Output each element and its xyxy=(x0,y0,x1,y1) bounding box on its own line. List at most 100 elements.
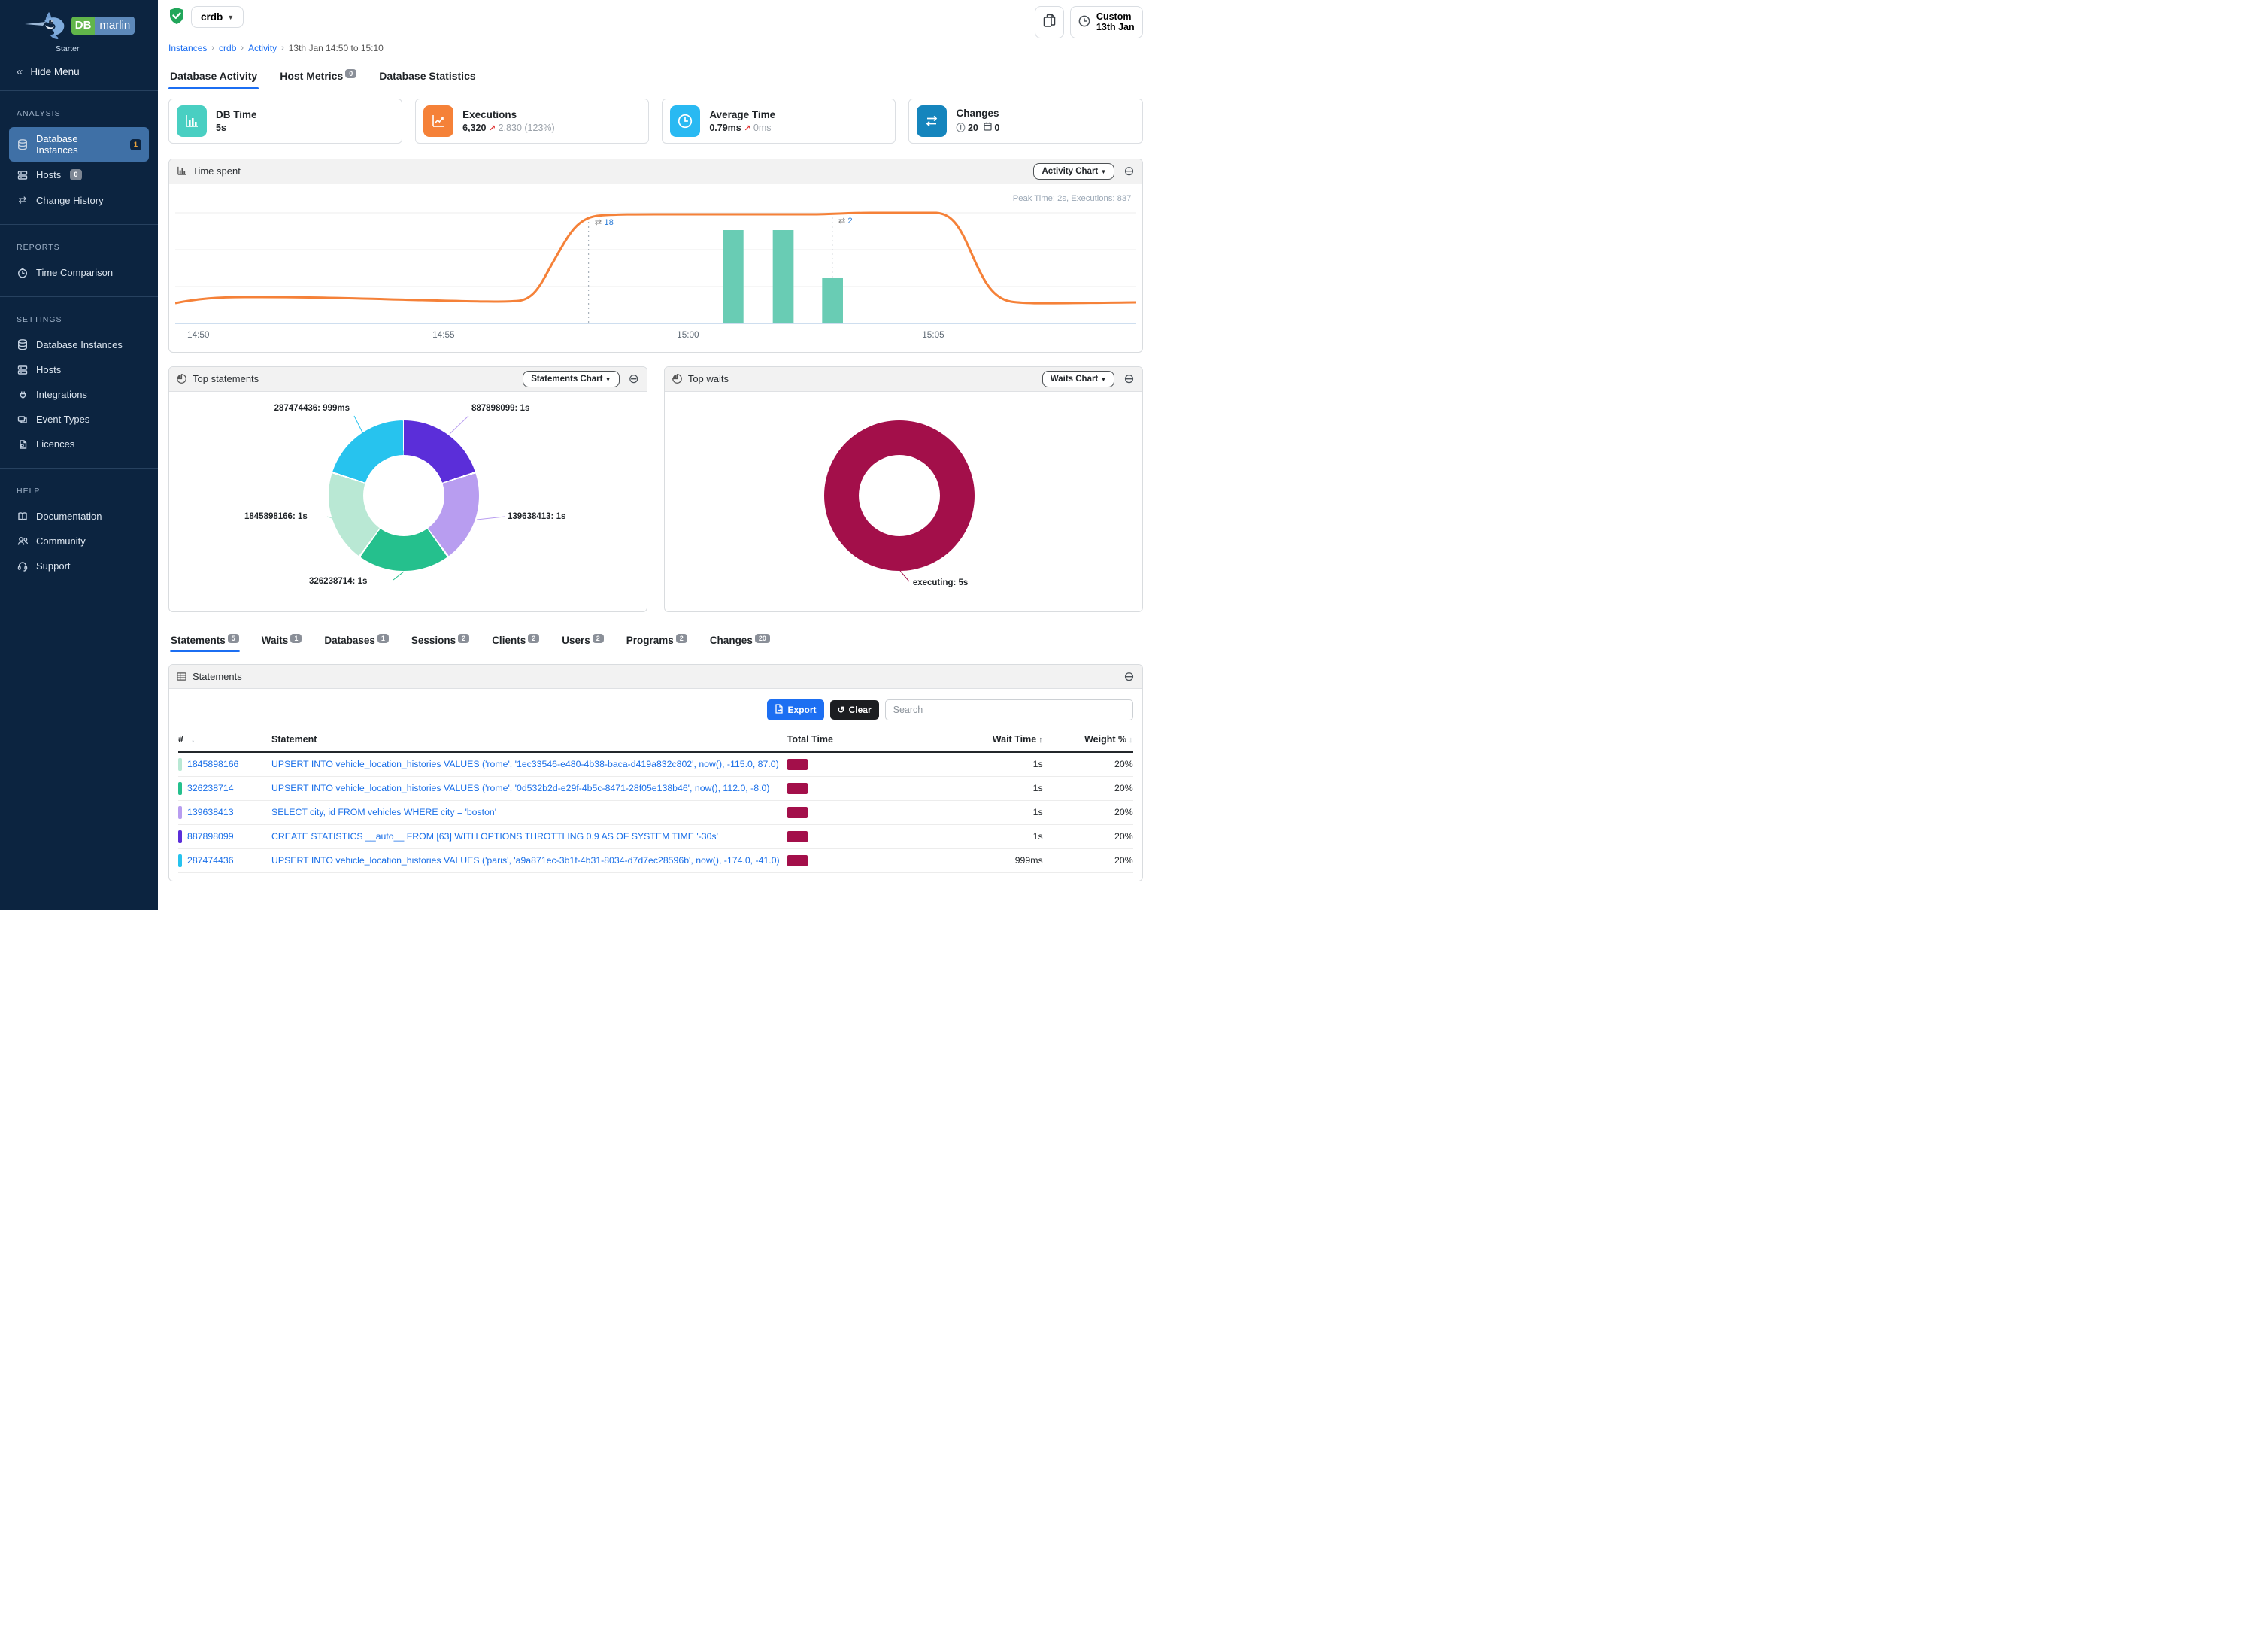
total-time-bar xyxy=(787,831,808,842)
instance-selector-button[interactable]: crdb ▼ xyxy=(191,6,244,28)
sidebar-item-licences[interactable]: Licences xyxy=(9,432,149,456)
sidebar-item-time-comparison[interactable]: Time Comparison xyxy=(9,261,149,284)
main-area: crdb ▼ Custom 13th Jan Instances xyxy=(158,0,1154,910)
statement-text-link[interactable]: SELECT city, id FROM vehicles WHERE city… xyxy=(271,807,496,817)
collapse-panel-icon[interactable]: ⊖ xyxy=(1123,670,1134,683)
statement-text-link[interactable]: CREATE STATISTICS __auto__ FROM [63] WIT… xyxy=(271,831,718,842)
tab-database-activity[interactable]: Database Activity xyxy=(168,64,259,89)
statement-text-link[interactable]: UPSERT INTO vehicle_location_histories V… xyxy=(271,783,769,793)
sidebar-item-label: Event Types xyxy=(36,414,89,425)
event-icon xyxy=(17,414,29,425)
sidebar-item-hosts[interactable]: Hosts 0 xyxy=(9,163,149,187)
tab-host-metrics[interactable]: Host Metrics0 xyxy=(278,64,358,89)
breadcrumb-instances[interactable]: Instances xyxy=(168,43,207,53)
main-tabs: Database Activity Host Metrics0 Database… xyxy=(158,59,1154,89)
donut-label: 287474436: 999ms xyxy=(235,404,350,413)
card-executions: Executions 6,320 ↗ 2,830 (123%) xyxy=(415,99,649,144)
table-toolbar: Export ↺ Clear xyxy=(169,689,1142,728)
statements-chart-dropdown[interactable]: Statements Chart ▼ xyxy=(523,371,619,387)
table-row[interactable]: 1845898166 UPSERT INTO vehicle_location_… xyxy=(178,753,1133,777)
activity-chart-dropdown[interactable]: Activity Chart ▼ xyxy=(1033,163,1114,180)
section-title: HELP xyxy=(8,476,150,503)
tab-statements[interactable]: Statements5 xyxy=(170,630,240,652)
tab-sessions[interactable]: Sessions2 xyxy=(411,630,470,652)
column-header-total-time[interactable]: Total Time xyxy=(787,734,900,745)
table-row[interactable]: 287474436 UPSERT INTO vehicle_location_h… xyxy=(178,849,1133,873)
breadcrumb-separator-icon: › xyxy=(211,44,214,53)
card-title: Executions xyxy=(462,109,555,120)
top-statements-panel: Top statements Statements Chart ▼ ⊖ xyxy=(168,366,647,612)
chevron-down-icon: ▼ xyxy=(227,14,234,21)
sidebar-item-event-types[interactable]: Event Types xyxy=(9,408,149,431)
tab-changes[interactable]: Changes20 xyxy=(709,630,771,652)
panel-title: Statements xyxy=(193,671,242,682)
copy-link-button[interactable] xyxy=(1035,6,1064,38)
tab-clients[interactable]: Clients2 xyxy=(491,630,540,652)
table-row[interactable]: 326238714 UPSERT INTO vehicle_location_h… xyxy=(178,777,1133,801)
sidebar-item-hosts-settings[interactable]: Hosts xyxy=(9,358,149,381)
donut-label: 887898099: 1s xyxy=(471,404,529,413)
export-button[interactable]: Export xyxy=(767,699,824,720)
statement-id-link[interactable]: 139638413 xyxy=(187,807,234,817)
tab-database-statistics[interactable]: Database Statistics xyxy=(377,64,477,89)
wait-time-value: 1s xyxy=(900,759,1043,769)
chevrons-left-icon: « xyxy=(17,65,23,78)
clock-icon xyxy=(17,268,29,278)
statement-id-link[interactable]: 1845898166 xyxy=(187,759,238,769)
breadcrumb-crdb[interactable]: crdb xyxy=(219,43,236,53)
sidebar-item-community[interactable]: Community xyxy=(9,529,149,553)
sidebar-section-analysis: ANALYSIS Database Instances 1 Hosts 0 ⇄ … xyxy=(0,91,158,225)
column-header-statement[interactable]: Statement xyxy=(271,734,787,745)
sidebar-item-change-history[interactable]: ⇄ Change History xyxy=(9,188,149,212)
statement-id-link[interactable]: 326238714 xyxy=(187,783,234,793)
executions-bar[interactable] xyxy=(723,230,744,323)
tab-waits[interactable]: Waits1 xyxy=(261,630,303,652)
sidebar-item-integrations[interactable]: Integrations xyxy=(9,383,149,406)
tab-databases[interactable]: Databases1 xyxy=(323,630,390,652)
column-header-id[interactable]: #↓ xyxy=(178,734,271,745)
table-row[interactable]: 887898099 CREATE STATISTICS __auto__ FRO… xyxy=(178,825,1133,849)
change-annotation-1[interactable]: ⇄ 18 xyxy=(595,218,614,227)
collapse-panel-icon[interactable]: ⊖ xyxy=(1123,372,1134,385)
hide-menu-button[interactable]: « Hide Menu xyxy=(0,55,158,91)
collapse-panel-icon[interactable]: ⊖ xyxy=(1123,165,1134,177)
tab-users[interactable]: Users2 xyxy=(561,630,605,652)
waits-chart-dropdown[interactable]: Waits Chart ▼ xyxy=(1042,371,1115,387)
executions-bar[interactable] xyxy=(773,230,794,323)
statement-text-link[interactable]: UPSERT INTO vehicle_location_histories V… xyxy=(271,759,779,769)
change-annotation-2[interactable]: ⇄ 2 xyxy=(838,217,853,226)
statement-id-link[interactable]: 887898099 xyxy=(187,831,234,842)
statements-donut[interactable] xyxy=(329,420,479,571)
clear-button[interactable]: ↺ Clear xyxy=(830,700,879,720)
time-range-button[interactable]: Custom 13th Jan xyxy=(1070,6,1143,38)
statement-id-link[interactable]: 287474436 xyxy=(187,855,234,866)
search-input[interactable] xyxy=(885,699,1133,720)
sort-desc-icon: ↓ xyxy=(191,735,196,744)
sidebar-item-documentation[interactable]: Documentation xyxy=(9,505,149,528)
tab-programs[interactable]: Programs2 xyxy=(626,630,688,652)
waits-donut[interactable] xyxy=(824,420,975,571)
column-header-wait-time[interactable]: Wait Time↑ xyxy=(900,734,1043,745)
breadcrumb-current: 13th Jan 14:50 to 15:10 xyxy=(289,43,384,53)
sidebar-item-support[interactable]: Support xyxy=(9,554,149,578)
breadcrumb-activity[interactable]: Activity xyxy=(248,43,277,53)
sidebar-item-database-instances-settings[interactable]: Database Instances xyxy=(9,333,149,356)
executions-bar[interactable] xyxy=(822,278,843,323)
sidebar-section-settings: SETTINGS Database Instances Hosts Integr… xyxy=(0,297,158,469)
undo-icon: ↺ xyxy=(838,705,845,715)
sidebar-item-database-instances[interactable]: Database Instances 1 xyxy=(9,127,149,162)
peak-label: Peak Time: 2s, Executions: 837 xyxy=(1013,194,1132,203)
sidebar-item-label: Hosts xyxy=(36,364,61,375)
tab-badge: 0 xyxy=(345,69,356,78)
trend-up-icon: ↗ xyxy=(489,124,496,133)
plan-label: Starter xyxy=(56,44,152,53)
statement-text-link[interactable]: UPSERT INTO vehicle_location_histories V… xyxy=(271,855,780,866)
database-icon xyxy=(17,339,29,350)
column-header-weight[interactable]: Weight %↓ xyxy=(1043,734,1133,745)
card-value: ⓘ 20 0 xyxy=(956,121,999,134)
wait-time-value: 999ms xyxy=(900,855,1043,866)
table-row[interactable]: 139638413 SELECT city, id FROM vehicles … xyxy=(178,801,1133,825)
collapse-panel-icon[interactable]: ⊖ xyxy=(629,372,639,385)
time-spent-chart: Peak Time: 2s, Executions: 837 ⇄ 18 ⇄ 2 xyxy=(169,184,1142,352)
sidebar-item-label: Change History xyxy=(36,195,104,206)
